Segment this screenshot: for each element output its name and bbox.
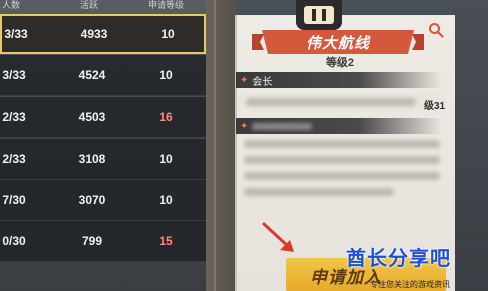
announcement-section-header: ✦: [236, 118, 442, 134]
guild-list-row[interactable]: 0/30 799 15: [0, 221, 206, 262]
activity-value: 4524: [78, 68, 106, 82]
list-header: 人数 活跃 申请等级: [0, 0, 206, 10]
list-side-strip: [206, 0, 236, 291]
header-level: 申请等级: [148, 0, 185, 10]
watermark-title: 酋长分享吧: [346, 248, 451, 270]
activity-value: 3070: [78, 193, 106, 207]
guild-list-row[interactable]: 3/33 4933 10: [0, 14, 206, 54]
required-level: 15: [159, 234, 173, 248]
activity-value: 4503: [78, 110, 106, 124]
pointer-arrow-icon: [262, 222, 294, 252]
required-level: 10: [159, 152, 173, 166]
member-count: 3/33: [4, 27, 28, 41]
panel-divider: [214, 0, 216, 291]
header-members: 人数: [2, 0, 21, 10]
header-activity: 活跃: [80, 0, 99, 10]
guild-level: 等级2: [325, 57, 355, 69]
required-level: 10: [159, 68, 173, 82]
right-edge-background: [455, 0, 488, 291]
watermark-subtitle: 专注您关注的游戏资讯: [370, 280, 450, 289]
member-count: 7/30: [2, 193, 26, 207]
member-count: 2/33: [2, 110, 26, 124]
diamond-icon: ✦: [240, 74, 249, 86]
search-icon[interactable]: [428, 22, 444, 38]
activity-value: 3108: [78, 152, 106, 166]
activity-value: 4933: [80, 27, 108, 41]
announcement-line: [244, 156, 440, 164]
leader-level: 级31: [424, 101, 446, 112]
diamond-icon: ✦: [240, 120, 249, 132]
announcement-line: [244, 172, 440, 180]
announcement-line: [244, 140, 440, 148]
required-level: 16: [159, 110, 173, 124]
guild-name-container: 伟大航线: [252, 30, 424, 54]
member-count: 2/33: [2, 152, 26, 166]
member-count: 0/30: [2, 234, 26, 248]
required-level: 10: [159, 193, 173, 207]
required-level: 10: [161, 27, 175, 41]
activity-value: 799: [81, 234, 103, 248]
guild-emblem-icon: [296, 0, 342, 30]
leader-section-label: 会长: [252, 76, 273, 88]
guild-list-row[interactable]: 2/33 3108 10: [0, 139, 206, 180]
announcement-title-blurred: [252, 122, 313, 130]
guild-name: 伟大航线: [305, 34, 370, 52]
member-count: 3/33: [2, 68, 26, 82]
leader-section-header: ✦ 会长: [236, 72, 442, 88]
guild-list-row[interactable]: 7/30 3070 10: [0, 180, 206, 221]
leader-name-blurred: [246, 98, 416, 106]
announcement-line: [244, 188, 394, 196]
guild-list-row[interactable]: 2/33 4503 16: [0, 97, 206, 138]
guild-list-row[interactable]: 3/33 4524 10: [0, 55, 206, 96]
